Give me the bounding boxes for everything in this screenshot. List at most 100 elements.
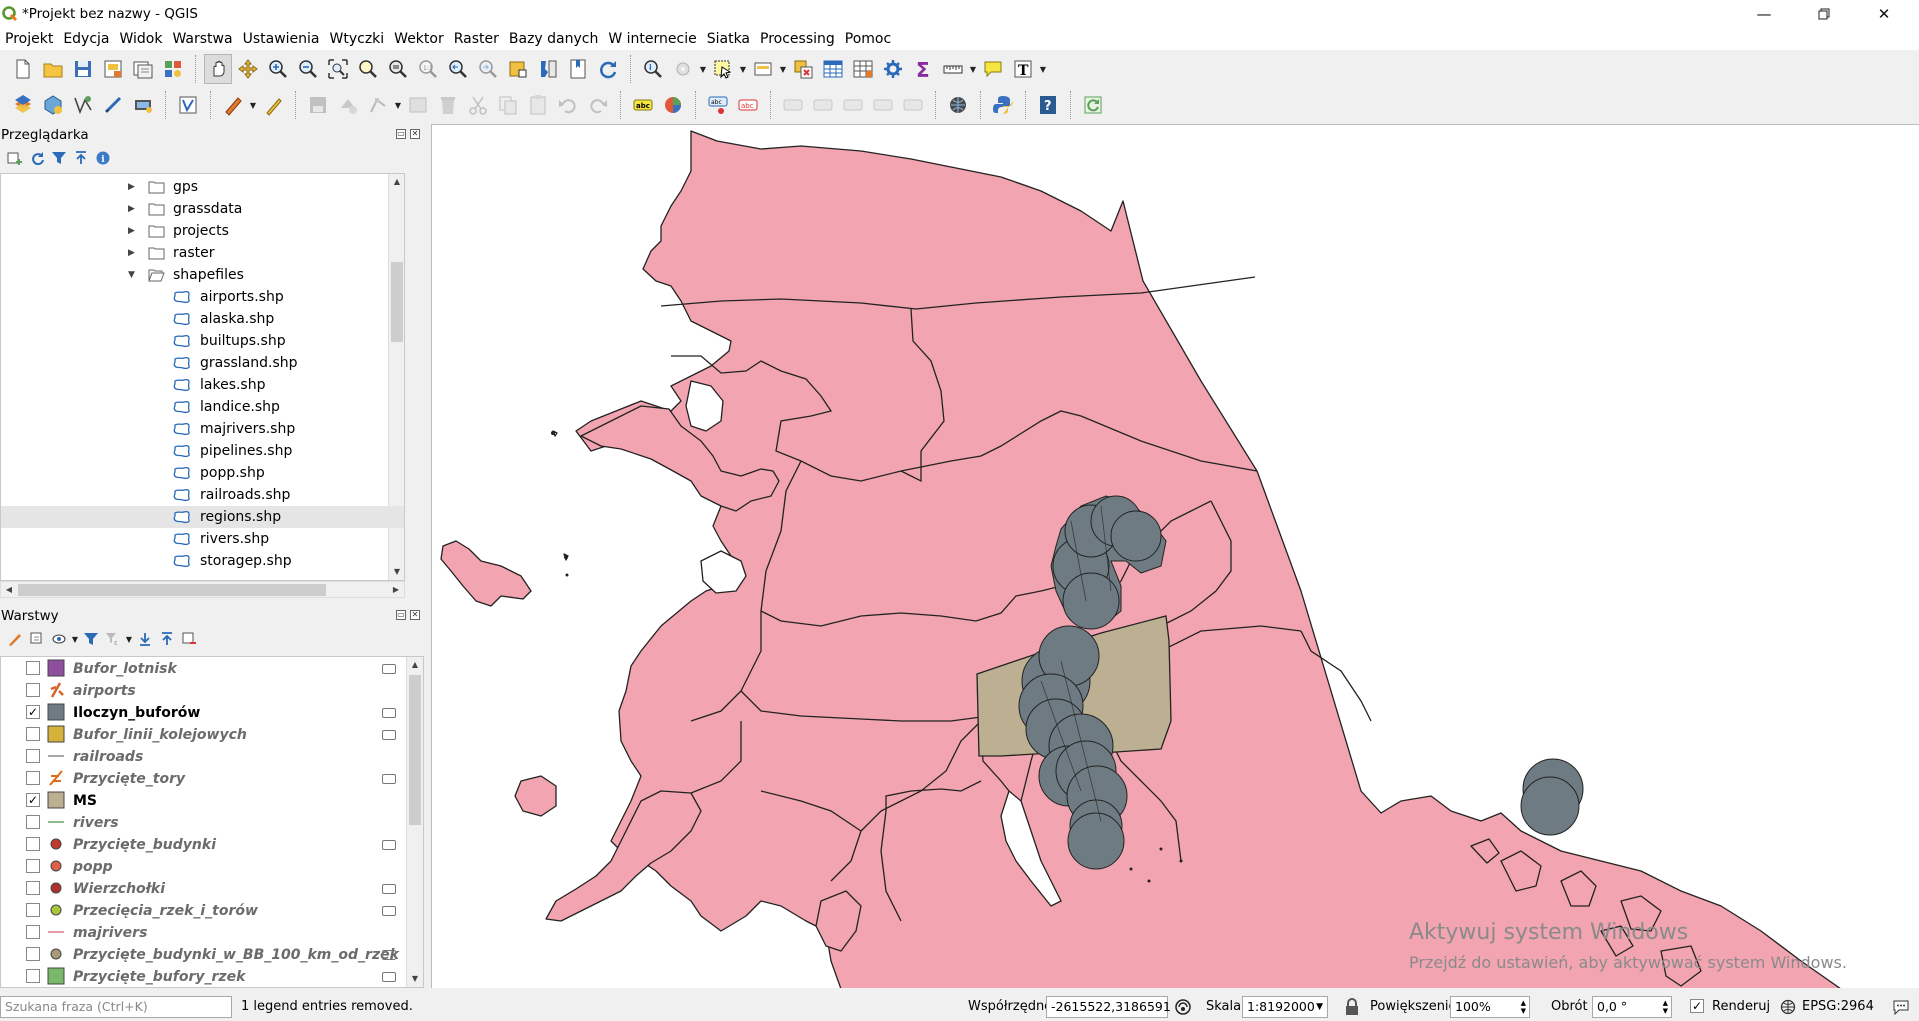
layer-visibility-checkbox[interactable]: [26, 947, 40, 961]
processing-toolbox-icon[interactable]: [879, 54, 907, 84]
redo-icon[interactable]: [584, 90, 612, 120]
layer-row[interactable]: ✓ MS: [1, 790, 406, 812]
layer-row[interactable]: majrivers: [1, 922, 406, 944]
new-geopackage-layer-icon[interactable]: [39, 90, 67, 120]
add-vector-layer-icon[interactable]: [69, 90, 97, 120]
layer-visibility-checkbox[interactable]: [26, 969, 40, 983]
style-layer-icon[interactable]: [4, 629, 26, 649]
deselect-all-icon[interactable]: [789, 54, 817, 84]
chevron-right-icon[interactable]: ▶: [128, 182, 135, 192]
zoom-next-icon[interactable]: [474, 54, 502, 84]
new-map-view-icon[interactable]: [504, 54, 532, 84]
browser-folder-shapefiles[interactable]: ▼ shapefiles: [1, 264, 404, 286]
pan-map-icon[interactable]: [204, 54, 232, 84]
chevron-down-icon[interactable]: ▼: [738, 65, 748, 74]
diagram-move-icon[interactable]: [869, 90, 897, 120]
change-label-icon[interactable]: [839, 90, 867, 120]
layer-legend-indicator-icon[interactable]: [382, 950, 396, 960]
browser-file-item[interactable]: lakes.shp: [1, 374, 404, 396]
zoom-native-icon[interactable]: 1:1: [414, 54, 442, 84]
plugin-refresh-icon[interactable]: [1079, 90, 1107, 120]
messages-icon[interactable]: [1890, 996, 1912, 1018]
layer-visibility-checkbox[interactable]: ✓: [26, 705, 40, 719]
browser-file-item[interactable]: grassland.shp: [1, 352, 404, 374]
coordinate-input[interactable]: -2615522,3186591: [1046, 995, 1171, 1018]
move-label-icon[interactable]: [779, 90, 807, 120]
layer-labeling-icon[interactable]: abc: [629, 90, 657, 120]
layer-row[interactable]: Przecięcia_rzek_i_torów: [1, 900, 406, 922]
zoom-to-layer-icon[interactable]: [384, 54, 412, 84]
new-print-layout-icon[interactable]: [99, 54, 127, 84]
remove-layer-icon[interactable]: [178, 629, 200, 649]
filter-legend-icon[interactable]: [80, 629, 102, 649]
magnifier-spinbox[interactable]: 100% ▲ ▼: [1450, 995, 1530, 1018]
pan-to-selection-icon[interactable]: [234, 54, 262, 84]
refresh-icon[interactable]: [594, 54, 622, 84]
label-properties-icon[interactable]: [899, 90, 927, 120]
layer-legend-indicator-icon[interactable]: [382, 730, 396, 740]
chevron-down-icon[interactable]: ▼: [698, 65, 708, 74]
lock-scale-icon[interactable]: [1345, 996, 1363, 1018]
collapse-all-icon[interactable]: [70, 148, 92, 168]
current-edits-icon[interactable]: [219, 90, 247, 120]
add-group-icon[interactable]: [26, 629, 48, 649]
layer-visibility-checkbox[interactable]: [26, 881, 40, 895]
layer-row[interactable]: railroads: [1, 746, 406, 768]
delete-selected-icon[interactable]: [434, 90, 462, 120]
layer-row[interactable]: popp: [1, 856, 406, 878]
add-selected-layers-icon[interactable]: [4, 148, 26, 168]
render-checkbox[interactable]: ✓: [1690, 999, 1704, 1013]
layer-row[interactable]: Bufor_lotnisk: [1, 658, 406, 680]
text-annotation-icon[interactable]: T: [1009, 54, 1037, 84]
browser-file-item[interactable]: airports.shp: [1, 286, 404, 308]
browser-file-item[interactable]: landice.shp: [1, 396, 404, 418]
map-tips-icon[interactable]: [979, 54, 1007, 84]
actions-icon[interactable]: [669, 54, 697, 84]
layer-legend-indicator-icon[interactable]: [382, 708, 396, 718]
layer-row[interactable]: rivers: [1, 812, 406, 834]
add-virtual-layer-icon[interactable]: [174, 90, 202, 120]
float-panel-icon[interactable]: ▭: [396, 129, 406, 139]
chevron-down-icon[interactable]: ▼: [778, 65, 788, 74]
attribute-table-icon[interactable]: [819, 54, 847, 84]
chevron-right-icon[interactable]: ▶: [128, 248, 135, 258]
menu-item-11[interactable]: Siatka: [702, 28, 755, 50]
layer-visibility-checkbox[interactable]: [26, 771, 40, 785]
layer-visibility-checkbox[interactable]: [26, 903, 40, 917]
browser-file-item[interactable]: pipelines.shp: [1, 440, 404, 462]
measure-icon[interactable]: [939, 54, 967, 84]
vertex-tool-icon[interactable]: [364, 90, 392, 120]
style-manager-icon[interactable]: [159, 54, 187, 84]
identify-features-icon[interactable]: i: [639, 54, 667, 84]
select-by-value-icon[interactable]: [749, 54, 777, 84]
zoom-out-icon[interactable]: [294, 54, 322, 84]
chevron-down-icon[interactable]: ▼: [248, 101, 258, 110]
browser-file-item[interactable]: railroads.shp: [1, 484, 404, 506]
layer-visibility-checkbox[interactable]: [26, 837, 40, 851]
bookmarks-icon[interactable]: [564, 54, 592, 84]
menu-item-1[interactable]: Projekt: [0, 28, 58, 50]
layer-visibility-checkbox[interactable]: [26, 661, 40, 675]
statistics-sum-icon[interactable]: Σ: [909, 54, 937, 84]
browser-folder-grassdata[interactable]: ▶ grassdata: [1, 198, 404, 220]
layer-row[interactable]: Przycięte_bufory_rzek: [1, 966, 406, 987]
close-panel-icon[interactable]: ✕: [410, 610, 420, 620]
scale-combo[interactable]: 1:8192000 ▼: [1242, 995, 1328, 1018]
layer-visibility-checkbox[interactable]: [26, 727, 40, 741]
layer-legend-indicator-icon[interactable]: [382, 972, 396, 982]
help-icon[interactable]: ?: [1034, 90, 1062, 120]
save-layer-edits-icon[interactable]: [304, 90, 332, 120]
show-hide-labels-icon[interactable]: abc: [734, 90, 762, 120]
chevron-down-icon[interactable]: ▼: [393, 101, 403, 110]
chevron-down-icon[interactable]: ▼: [70, 635, 80, 644]
temporal-controller-icon[interactable]: [534, 54, 562, 84]
layer-row[interactable]: Przycięte_tory: [1, 768, 406, 790]
browser-folder-gps[interactable]: ▶ gps: [1, 176, 404, 198]
layer-legend-indicator-icon[interactable]: [382, 774, 396, 784]
toggle-extents-icon[interactable]: [1172, 996, 1194, 1018]
menu-item-10[interactable]: W internecie: [603, 28, 701, 50]
menu-item-2[interactable]: Edycja: [58, 28, 114, 50]
copy-features-icon[interactable]: [494, 90, 522, 120]
menu-item-3[interactable]: Widok: [115, 28, 168, 50]
select-features-icon[interactable]: [709, 54, 737, 84]
